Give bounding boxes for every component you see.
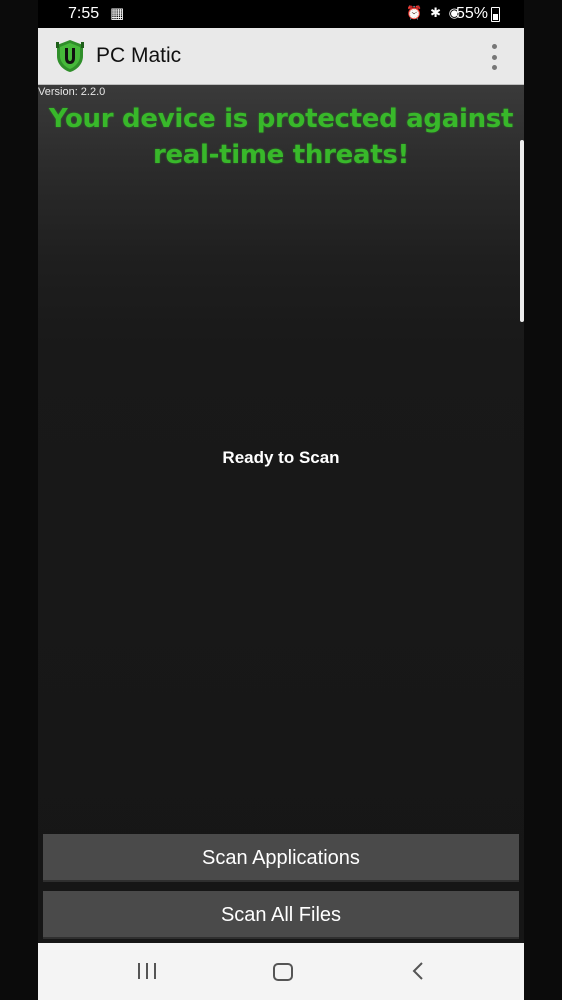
home-icon[interactable]: [273, 963, 293, 981]
back-icon[interactable]: [410, 960, 426, 982]
app-bar: PC Matic: [38, 28, 524, 85]
scan-status-text: Ready to Scan: [222, 448, 340, 467]
notification-icon: ▦: [110, 5, 125, 22]
menu-dot: [491, 54, 497, 60]
overflow-menu-icon[interactable]: [490, 44, 498, 70]
recents-icon[interactable]: [138, 963, 156, 979]
scan-all-files-button[interactable]: Scan All Files: [43, 891, 519, 939]
app-title: PC Matic: [96, 44, 182, 67]
phone-screen: 7:55 ▦ ⏰ ✱ ◉ 55% PC Matic Version: 2.2.0: [38, 0, 524, 1000]
device-frame: 7:55 ▦ ⏰ ✱ ◉ 55% PC Matic Version: 2.2.0: [0, 0, 562, 1000]
status-time: 7:55: [68, 5, 100, 22]
menu-dot: [491, 65, 497, 70]
protection-status-message: Your device is protected against real-ti…: [48, 104, 514, 170]
scroll-indicator[interactable]: [520, 140, 524, 322]
system-status-icons: ⏰ ✱ ◉: [406, 5, 462, 20]
version-label: Version: 2.2.0: [38, 86, 106, 98]
main-content: Version: 2.2.0 Your device is protected …: [38, 85, 524, 943]
menu-dot: [491, 44, 497, 49]
system-nav-bar: [38, 943, 524, 1000]
battery-icon: [491, 7, 500, 22]
status-bar: 7:55 ▦ ⏰ ✱ ◉ 55%: [38, 0, 524, 28]
scan-applications-button[interactable]: Scan Applications: [43, 834, 519, 882]
pc-matic-shield-icon: [56, 40, 84, 72]
battery-percentage: 55%: [455, 5, 488, 22]
